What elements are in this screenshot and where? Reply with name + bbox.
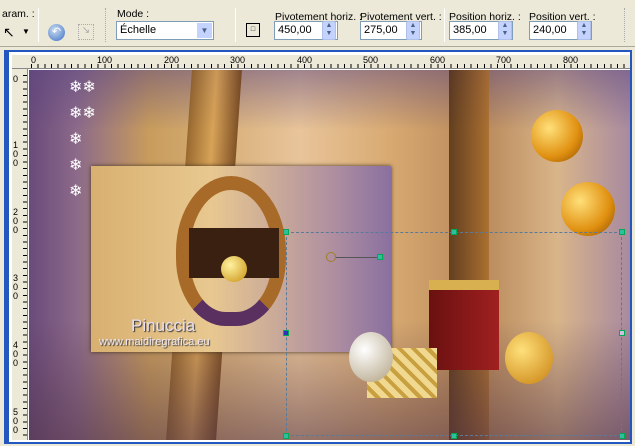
mode-label: Mode : xyxy=(117,8,150,20)
pointer-preset-icon[interactable]: ↖ xyxy=(3,24,15,41)
ruler-label: 300 xyxy=(13,273,19,301)
resize-handle[interactable] xyxy=(283,433,289,439)
resize-handle[interactable] xyxy=(451,229,457,235)
ruler-label: 200 xyxy=(164,55,180,65)
rotation-handle[interactable] xyxy=(377,254,383,260)
pivot-h-spinner[interactable]: ▲ ▼ xyxy=(322,21,336,40)
resize-handle[interactable] xyxy=(619,229,625,235)
ruler-label: 100 xyxy=(13,140,19,168)
watermark-name: Pinuccia xyxy=(131,316,196,335)
preset-dropdown-icon[interactable]: ▼ xyxy=(22,27,30,36)
ornament-ball xyxy=(221,256,247,282)
vertical-ruler: 0 100 200 300 400 500 xyxy=(12,69,28,440)
pos-h-spinner[interactable]: ▲ ▼ xyxy=(498,21,512,40)
ornament-ball xyxy=(531,110,583,162)
ruler-label: 700 xyxy=(496,55,512,65)
ruler-label: 800 xyxy=(563,55,579,65)
resize-handle[interactable] xyxy=(451,433,457,439)
ruler-label: 500 xyxy=(13,407,19,435)
ruler-label: 100 xyxy=(97,55,113,65)
ruler-label: 300 xyxy=(230,55,246,65)
snowflakes: ❄❄ ❄❄ ❄ ❄ ❄ xyxy=(69,79,96,200)
reset-icon[interactable]: ↶ xyxy=(48,24,65,41)
ruler-label: 600 xyxy=(430,55,446,65)
ruler-label: 500 xyxy=(363,55,379,65)
mode-value: Échelle xyxy=(120,24,157,36)
ruler-label: 400 xyxy=(297,55,313,65)
image-canvas[interactable]: Pinuccia www.maidiregrafica.eu ❄❄ ❄❄ ❄ ❄ ❄ xyxy=(29,70,630,440)
pivot-point[interactable] xyxy=(326,252,336,262)
mode-select[interactable]: Échelle ▼ xyxy=(116,21,214,40)
resize-handle[interactable] xyxy=(619,330,625,336)
pivot-transform-icon[interactable]: □ xyxy=(246,23,260,37)
ruler-label: 200 xyxy=(13,207,19,235)
param-label: aram. : xyxy=(2,8,35,20)
ornament-ball xyxy=(561,182,615,236)
apply-icon: ↘ xyxy=(78,24,94,40)
ruler-label: 400 xyxy=(13,340,19,368)
selection-bounding-box[interactable] xyxy=(286,232,622,436)
pivot-v-spinner[interactable]: ▲ ▼ xyxy=(406,21,420,40)
resize-handle[interactable] xyxy=(283,229,289,235)
rotation-arm xyxy=(336,257,380,258)
resize-handle[interactable] xyxy=(619,433,625,439)
horizontal-ruler: 0 100 200 300 400 500 600 700 800 xyxy=(12,55,630,69)
ruler-label: 0 xyxy=(31,55,37,65)
watermark-url: www.maidiregrafica.eu xyxy=(99,336,210,348)
pos-v-spinner[interactable]: ▲ ▼ xyxy=(577,21,591,40)
ruler-label: 0 xyxy=(13,74,19,84)
resize-handle[interactable] xyxy=(283,330,289,336)
tool-options-toolbar: aram. : ↖ ▼ ↶ ↘ Mode : Échelle ▼ □ Pivot… xyxy=(0,0,635,47)
chevron-down-icon[interactable]: ▼ xyxy=(197,23,212,38)
